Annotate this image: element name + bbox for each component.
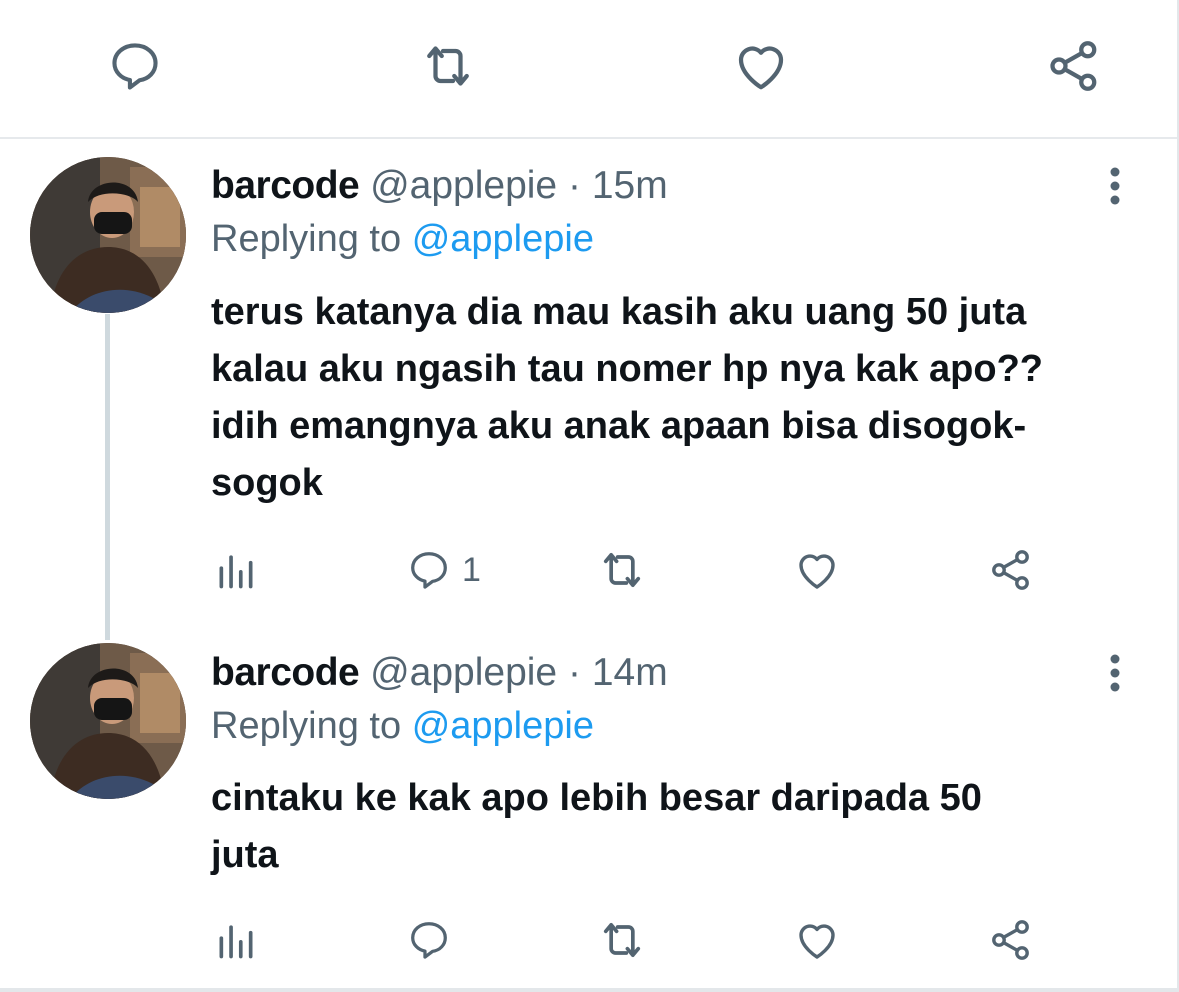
tweet-action-bar <box>200 910 1100 970</box>
replying-to-mention[interactable]: @applepie <box>412 705 594 747</box>
reply-count: 1 <box>462 550 481 589</box>
more-options-icon[interactable] <box>1097 648 1133 698</box>
replying-to-label: Replying to <box>211 705 402 747</box>
share-icon[interactable] <box>987 540 1035 600</box>
user-handle[interactable]: @applepie <box>370 164 557 207</box>
replying-to-mention[interactable]: @applepie <box>412 218 594 260</box>
like-icon[interactable] <box>793 910 841 970</box>
like-icon[interactable] <box>793 540 841 600</box>
tweet-header: barcode @applepie · 14m <box>211 650 668 696</box>
top-action-bar <box>0 0 1177 137</box>
retweet-icon[interactable] <box>418 36 478 96</box>
retweet-icon[interactable] <box>596 910 648 970</box>
reply-button[interactable]: 1 <box>406 540 481 600</box>
display-name[interactable]: barcode <box>211 651 360 694</box>
timestamp[interactable]: 14m <box>592 651 668 694</box>
share-icon[interactable] <box>987 910 1035 970</box>
analytics-icon[interactable] <box>214 910 258 970</box>
retweet-icon[interactable] <box>596 540 648 600</box>
divider <box>0 137 1177 139</box>
like-icon[interactable] <box>731 36 791 96</box>
reply-icon <box>406 917 452 963</box>
separator-dot: · <box>567 164 581 207</box>
frame-edge <box>0 988 1179 992</box>
reply-icon[interactable] <box>105 36 165 96</box>
replying-to-label: Replying to <box>211 218 402 260</box>
tweet-text: terus katanya dia mau kasih aku uang 50 … <box>211 291 1043 504</box>
reply-icon <box>406 547 452 593</box>
thread-connector-line <box>105 314 110 640</box>
share-icon[interactable] <box>1044 36 1104 96</box>
timestamp[interactable]: 15m <box>592 164 668 207</box>
more-options-icon[interactable] <box>1097 161 1133 211</box>
tweet-header: barcode @applepie · 15m <box>211 163 668 209</box>
user-handle[interactable]: @applepie <box>370 651 557 694</box>
display-name[interactable]: barcode <box>211 164 360 207</box>
tweet-action-bar: 1 <box>200 540 1100 600</box>
reply-button[interactable] <box>406 910 462 970</box>
replying-to: Replying to @applepie <box>211 703 594 749</box>
avatar[interactable] <box>30 643 186 799</box>
separator-dot: · <box>567 651 581 694</box>
analytics-icon[interactable] <box>214 540 258 600</box>
avatar[interactable] <box>30 157 186 313</box>
replying-to: Replying to @applepie <box>211 216 594 262</box>
tweet-text: cintaku ke kak apo lebih besar daripada … <box>211 777 982 876</box>
